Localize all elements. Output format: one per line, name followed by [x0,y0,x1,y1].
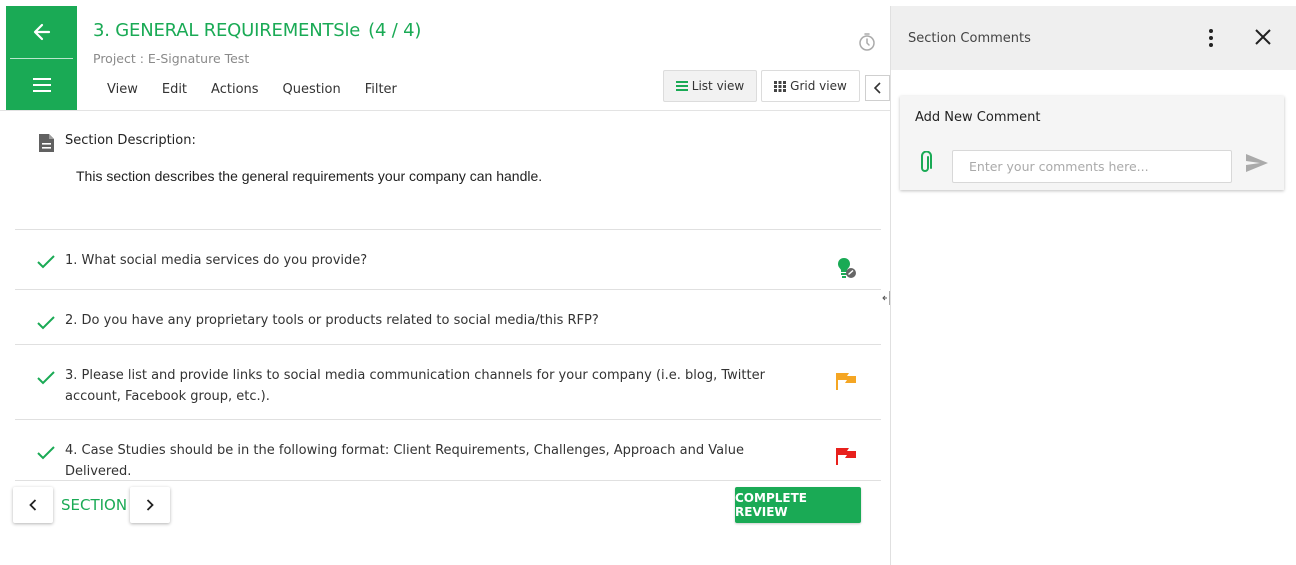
lightbulb-icon[interactable] [835,256,859,280]
chevron-right-icon [146,499,154,511]
collapse-panel-button[interactable] [865,75,890,101]
page-title: 3. GENERAL REQUIREMENTSle (4 / 4) [93,20,421,41]
section-description-text: This section describes the general requi… [76,168,543,184]
chevron-left-icon [873,82,881,94]
question-row[interactable]: 1. What social media services do you pro… [15,229,881,289]
app-root: 3. GENERAL REQUIREMENTSle (4 / 4) Project… [0,0,1296,565]
more-vert-icon[interactable] [1203,26,1219,50]
menu-button[interactable] [6,59,77,110]
question-text: 2. Do you have any proprietary tools or … [65,313,599,328]
question-text: 4. Case Studies should be in the followi… [65,443,744,479]
menu-bar: View Edit Actions Question Filter [107,82,421,97]
close-icon[interactable] [1254,28,1272,46]
check-icon [37,316,55,330]
grid-view-button[interactable]: Grid view [761,70,860,102]
next-section-button[interactable] [130,487,170,523]
previous-section-button[interactable] [13,487,53,523]
question-row[interactable]: 3. Please list and provide links to soci… [15,344,881,419]
add-comment-card: Add New Comment [900,96,1284,190]
arrow-left-icon [33,23,50,41]
list-icon [675,81,688,91]
panel-title: Section Comments [908,31,1031,46]
grid-view-label: Grid view [790,79,847,93]
project-name: Project : E-Signature Test [93,51,250,66]
section-comments-panel: Section Comments Add New Comment [890,6,1296,565]
flag-orange-icon[interactable] [835,372,857,390]
add-comment-title: Add New Comment [915,110,1041,125]
menu-question[interactable]: Question [283,82,341,97]
section-nav-label: SECTION [61,496,128,514]
complete-review-button[interactable]: COMPLETE REVIEW [735,487,861,523]
check-icon [37,255,55,269]
chevron-left-icon [29,499,37,511]
attachment-icon[interactable] [918,151,932,175]
menu-edit[interactable]: Edit [162,82,187,97]
section-title: 3. GENERAL REQUIREMENTSle [93,20,361,41]
comment-input[interactable] [952,150,1232,183]
panel-header: Section Comments [891,6,1296,70]
question-row[interactable]: 2. Do you have any proprietary tools or … [15,289,881,344]
question-text: 3. Please list and provide links to soci… [65,368,765,404]
back-button[interactable] [6,6,77,58]
flag-red-icon[interactable] [835,447,857,465]
question-row[interactable]: 4. Case Studies should be in the followi… [15,419,881,480]
list-view-button[interactable]: List view [663,70,757,102]
section-count: (4 / 4) [368,20,422,41]
menu-view[interactable]: View [107,82,138,97]
question-text: 1. What social media services do you pro… [65,253,368,268]
menu-actions[interactable]: Actions [211,82,259,97]
document-icon [39,134,54,152]
timer-icon[interactable] [857,32,877,52]
section-description-label: Section Description: [65,133,196,148]
check-icon [37,371,55,385]
grid-icon [774,80,787,92]
header-divider [0,110,890,111]
left-nav [6,6,77,110]
send-icon[interactable] [1245,153,1269,173]
hamburger-icon [32,77,51,92]
check-icon [37,446,55,460]
list-view-label: List view [691,79,745,93]
menu-filter[interactable]: Filter [365,82,397,97]
list-divider [15,480,881,481]
